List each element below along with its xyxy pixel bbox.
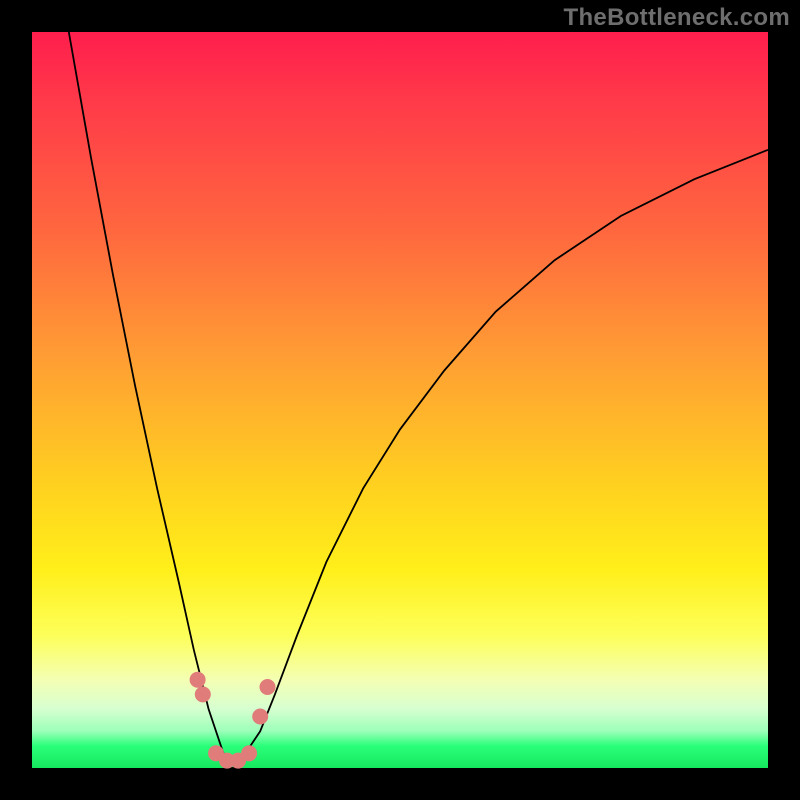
threshold-marker <box>241 745 257 761</box>
plot-area <box>32 32 768 768</box>
chart-frame: TheBottleneck.com <box>0 0 800 800</box>
bottleneck-curve <box>69 32 768 768</box>
threshold-marker <box>195 686 211 702</box>
watermark-text: TheBottleneck.com <box>564 4 790 32</box>
threshold-marker <box>190 672 206 688</box>
threshold-marker <box>260 679 276 695</box>
curve-layer <box>32 32 768 768</box>
threshold-marker <box>252 709 268 725</box>
